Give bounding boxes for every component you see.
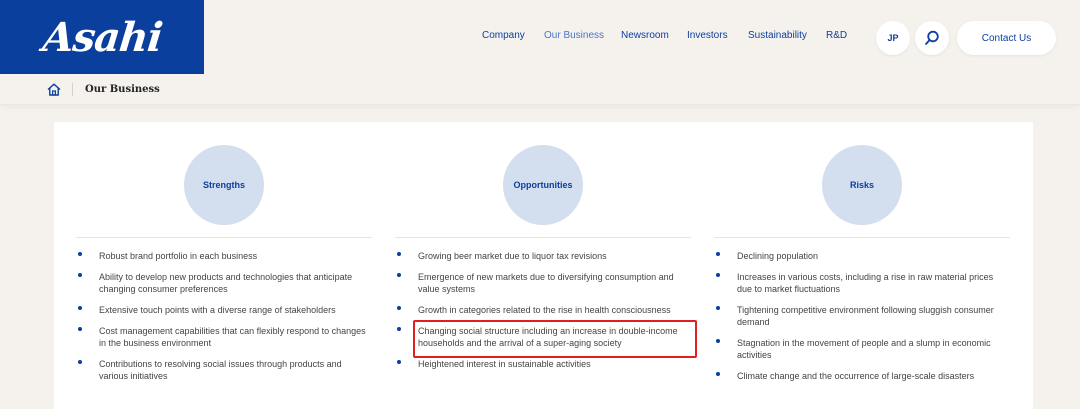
nav-company[interactable]: Company: [482, 30, 525, 41]
list-item-text: Growth in categories related to the rise…: [418, 305, 671, 315]
list-item: Changing social structure including an i…: [395, 325, 691, 349]
list-item: Heightened interest in sustainable activ…: [395, 358, 691, 370]
list-item: Increases in various costs, including a …: [714, 271, 1010, 295]
list-item-text: Contributions to resolving social issues…: [99, 359, 342, 381]
list-item: Stagnation in the movement of people and…: [714, 337, 1010, 361]
bullet: [397, 360, 401, 364]
list-item-text: Cost management capabilities that can fl…: [99, 326, 366, 348]
search-icon: [925, 30, 939, 45]
divider: [76, 237, 372, 238]
list-item: Tightening competitive environment follo…: [714, 304, 1010, 328]
bullet: [397, 306, 401, 310]
bullet: [78, 360, 82, 364]
risks-heading: Risks: [822, 145, 902, 225]
list-item: Robust brand portfolio in each business: [76, 250, 372, 262]
bullet: [78, 306, 82, 310]
list-item: Climate change and the occurrence of lar…: [714, 370, 1010, 382]
breadcrumb-separator: [72, 83, 73, 96]
list-item-text: Stagnation in the movement of people and…: [737, 338, 991, 360]
language-button[interactable]: JP: [876, 21, 910, 55]
breadcrumb-current: Our Business: [85, 84, 160, 95]
bullet: [397, 327, 401, 331]
list-item-text: Growing beer market due to liquor tax re…: [418, 251, 607, 261]
contact-us-label: Contact Us: [981, 32, 1032, 44]
list-item: Emergence of new markets due to diversif…: [395, 271, 691, 295]
divider: [714, 237, 1010, 238]
strengths-column: Strengths Robust brand portfolio in each…: [76, 122, 372, 409]
opportunities-title: Opportunities: [513, 180, 573, 190]
strengths-title: Strengths: [202, 180, 245, 190]
bullet: [716, 273, 720, 277]
list-item: Ability to develop new products and tech…: [76, 271, 372, 295]
list-item: Declining population: [714, 250, 1010, 262]
list-item-text: Robust brand portfolio in each business: [99, 251, 258, 261]
home-icon[interactable]: [47, 83, 61, 96]
list-item-text: Climate change and the occurrence of lar…: [737, 371, 975, 381]
bullet: [716, 306, 720, 310]
list-item: Extensive touch points with a diverse ra…: [76, 304, 372, 316]
nav-our-business[interactable]: Our Business: [544, 30, 604, 41]
bullet: [716, 339, 720, 343]
breadcrumb: Our Business: [0, 74, 1080, 105]
nav-investors[interactable]: Investors: [687, 30, 728, 41]
opportunities-column: Opportunities Growing beer market due to…: [395, 122, 691, 409]
nav-newsroom[interactable]: Newsroom: [621, 30, 669, 41]
bullet: [397, 252, 401, 256]
divider: [395, 237, 691, 238]
list-item: Contributions to resolving social issues…: [76, 358, 372, 382]
risks-list: Declining population Increases in variou…: [714, 250, 1010, 391]
opportunities-heading: Opportunities: [503, 145, 583, 225]
risks-column: Risks Declining population Increases in …: [714, 122, 1010, 409]
strengths-list: Robust brand portfolio in each business …: [76, 250, 372, 391]
strengths-heading: Strengths: [184, 145, 264, 225]
list-item-text: Emergence of new markets due to diversif…: [418, 272, 674, 294]
list-item: Cost management capabilities that can fl…: [76, 325, 372, 349]
bullet: [78, 327, 82, 331]
bullet: [716, 372, 720, 376]
bullet: [78, 252, 82, 256]
list-item-text: Changing social structure including an i…: [418, 326, 678, 348]
list-item-text: Heightened interest in sustainable activ…: [418, 359, 591, 369]
contact-us-button[interactable]: Contact Us: [957, 21, 1056, 55]
list-item-text: Tightening competitive environment follo…: [737, 305, 994, 327]
bullet: [397, 273, 401, 277]
bullet: [716, 252, 720, 256]
logo-text: Asahi: [40, 13, 164, 61]
list-item-text: Ability to develop new products and tech…: [99, 272, 353, 294]
list-item: Growth in categories related to the rise…: [395, 304, 691, 316]
list-item-text: Declining population: [737, 251, 819, 261]
risks-title: Risks: [849, 180, 875, 190]
opportunities-list: Growing beer market due to liquor tax re…: [395, 250, 691, 379]
list-item-text: Extensive touch points with a diverse ra…: [99, 305, 336, 315]
search-button[interactable]: [915, 21, 949, 55]
nav-sustainability[interactable]: Sustainability: [748, 30, 807, 41]
swot-card: Strengths Robust brand portfolio in each…: [54, 122, 1033, 409]
language-label: JP: [887, 33, 899, 43]
list-item: Growing beer market due to liquor tax re…: [395, 250, 691, 262]
bullet: [78, 273, 82, 277]
logo[interactable]: Asahi: [0, 0, 204, 74]
nav-rd[interactable]: R&D: [826, 30, 847, 41]
list-item-text: Increases in various costs, including a …: [737, 272, 994, 294]
